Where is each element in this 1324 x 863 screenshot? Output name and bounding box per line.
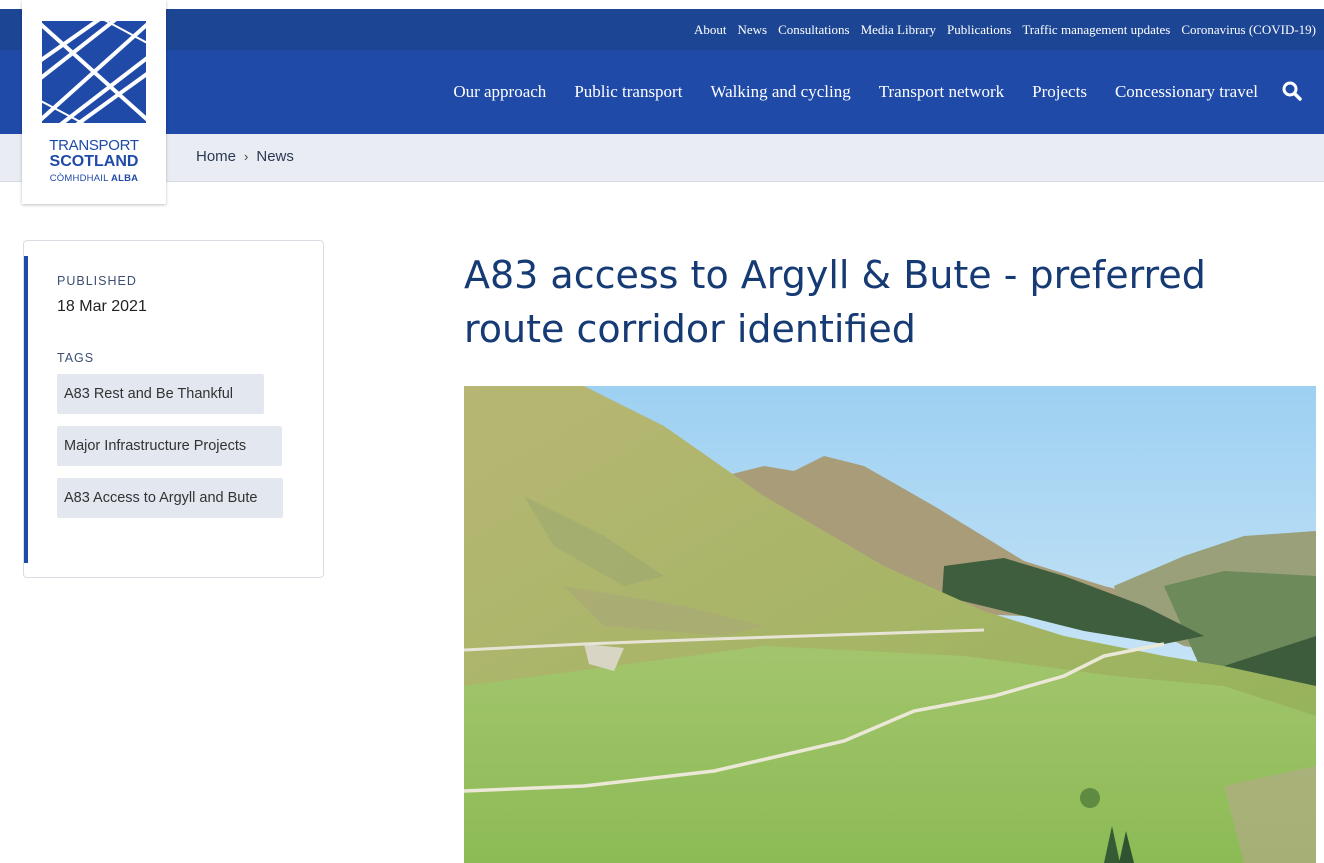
article-hero-image [464,386,1316,863]
tags-label: TAGS [57,351,95,365]
search-icon[interactable] [1280,79,1304,103]
breadcrumb: Home › News [196,148,294,165]
breadcrumb-bar: Home › News [0,134,1324,182]
logo-text: TRANSPORT SCOTLAND CÒMHDHAIL ALBA [22,138,166,184]
logo-line-3-a: CÒMHDHAIL [49,173,109,184]
utility-link-about[interactable]: About [694,22,727,38]
tag-access-argyll-bute[interactable]: A83 Access to Argyll and Bute [57,478,283,518]
main-nav-bar: Our approach Public transport Walking an… [0,50,1324,134]
nav-projects[interactable]: Projects [1032,82,1087,102]
utility-bar: About News Consultations Media Library P… [0,9,1324,50]
logo-line-2: SCOTLAND [49,153,139,170]
tag-major-infrastructure[interactable]: Major Infrastructure Projects [57,426,282,466]
breadcrumb-separator: › [244,149,249,164]
nav-our-approach[interactable]: Our approach [453,82,546,102]
tag-rest-and-be-thankful[interactable]: A83 Rest and Be Thankful [57,374,264,414]
published-label: PUBLISHED [57,274,137,288]
article-title: A83 access to Argyll & Bute - preferred … [464,253,1206,351]
logo-line-1: TRANSPORT [49,137,139,154]
logo-line-3-b: ALBA [111,173,139,184]
breadcrumb-news[interactable]: News [256,148,294,165]
card-accent-bar [24,256,28,563]
utility-link-publications[interactable]: Publications [947,22,1011,38]
utility-link-coronavirus[interactable]: Coronavirus (COVID-19) [1181,22,1316,38]
published-date: 18 Mar 2021 [57,298,147,315]
nav-transport-network[interactable]: Transport network [879,82,1004,102]
nav-walking-cycling[interactable]: Walking and cycling [710,82,850,102]
utility-link-consultations[interactable]: Consultations [778,22,850,38]
glen-valley-photo [464,386,1316,863]
main-nav: Our approach Public transport Walking an… [425,50,1258,134]
logo-line-3: CÒMHDHAIL ALBA [22,174,166,184]
utility-nav: About News Consultations Media Library P… [683,9,1316,50]
logo-mark-icon [42,21,146,123]
utility-link-media-library[interactable]: Media Library [861,22,936,38]
breadcrumb-home[interactable]: Home [196,148,236,165]
article-meta-card: PUBLISHED 18 Mar 2021 TAGS A83 Rest and … [23,240,324,578]
utility-link-news[interactable]: News [737,22,767,38]
utility-link-traffic-updates[interactable]: Traffic management updates [1022,22,1170,38]
site-logo[interactable]: TRANSPORT SCOTLAND CÒMHDHAIL ALBA [22,0,166,204]
nav-public-transport[interactable]: Public transport [574,82,682,102]
nav-concessionary-travel[interactable]: Concessionary travel [1115,82,1258,102]
